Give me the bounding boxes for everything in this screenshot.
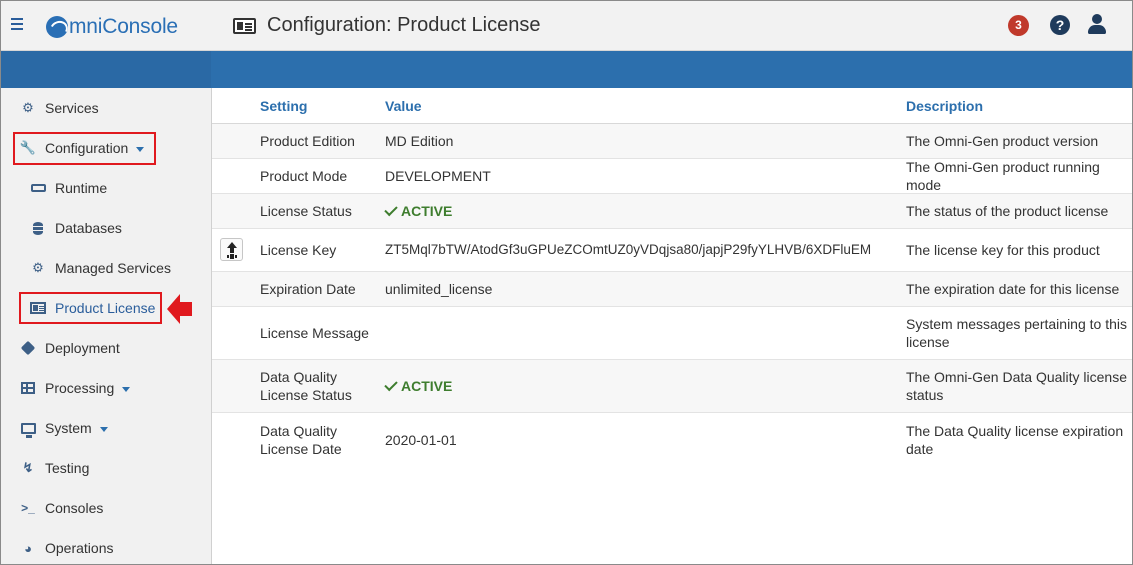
check-icon [384, 377, 398, 391]
sidebar-item-label: Operations [45, 540, 114, 556]
caret-down-icon [99, 426, 108, 432]
table-row: Data Quality License Date 2020-01-01 The… [212, 413, 1132, 466]
terminal-icon: >_ [21, 501, 35, 515]
sidebar-item-label: Databases [55, 220, 122, 236]
question-circle-icon[interactable]: ? [1050, 15, 1070, 35]
caret-down-icon [122, 386, 131, 392]
app-window: mniConsole Configuration: Product Licens… [0, 0, 1133, 565]
highlight-box-configuration [13, 132, 156, 165]
sidebar-item-services[interactable]: ⚙ Services [1, 88, 211, 128]
description-cell: The status of the product license [906, 203, 1109, 219]
bolt-icon: ↯ [22, 460, 34, 475]
description-cell: The license key for this product [906, 242, 1100, 258]
table-row: License Message System messages pertaini… [212, 307, 1132, 360]
value-cell: 2020-01-01 [385, 431, 457, 448]
sidebar-item-deployment[interactable]: Deployment [1, 328, 211, 368]
highlight-box-product-license [19, 292, 162, 324]
sidebar-item-label: Managed Services [55, 260, 171, 276]
value-cell: unlimited_license [385, 281, 493, 297]
header-setting[interactable]: Setting [260, 88, 382, 123]
check-icon [384, 202, 398, 216]
sidebar-item-runtime[interactable]: Runtime [1, 168, 211, 208]
sidebar-item-managed-services[interactable]: ⚙ Managed Services [1, 248, 211, 288]
setting-cell: Data Quality License Status [260, 369, 352, 403]
sidebar-item-label: Deployment [45, 340, 120, 356]
value-cell: ACTIVE [384, 360, 895, 412]
table-row: Expiration Date unlimited_license The ex… [212, 272, 1132, 307]
table-icon [19, 380, 37, 396]
setting-cell: License Key [260, 242, 337, 258]
database-icon [29, 220, 47, 236]
sidebar: ⚙ Services 🔧 Configuration Runtime Datab… [1, 88, 212, 564]
setting-cell: Product Edition [260, 133, 355, 149]
description-cell: The Omni-Gen product running mode [906, 159, 1100, 193]
status-active: ACTIVE [401, 378, 453, 394]
sidebar-item-label: Services [45, 100, 99, 116]
top-bar: mniConsole Configuration: Product Licens… [1, 1, 1132, 51]
header-value[interactable]: Value [385, 88, 895, 123]
notification-badge[interactable]: 3 [1008, 15, 1029, 36]
sidebar-item-operations[interactable]: ◕ Operations [1, 528, 211, 564]
app-logo[interactable]: mniConsole [46, 15, 178, 39]
header-description[interactable]: Description [906, 88, 1132, 123]
header-band-left [1, 51, 211, 88]
license-key-value[interactable]: ZT5Mql7bTW/AtodGf3uGPUeZCOmtUZ0yVDqjsa80… [385, 229, 895, 271]
sidebar-item-label: Consoles [45, 500, 104, 516]
setting-cell: Data Quality License Date [260, 422, 342, 457]
value-cell: DEVELOPMENT [385, 168, 491, 184]
sidebar-item-label: Processing [45, 380, 115, 396]
user-icon[interactable] [1087, 14, 1107, 36]
description-cell: The expiration date for this license [906, 281, 1120, 297]
value-cell [385, 307, 895, 359]
status-active: ACTIVE [401, 203, 453, 219]
dashboard-icon: ◕ [24, 540, 32, 556]
sidebar-item-consoles[interactable]: >_ Consoles [1, 488, 211, 528]
cog-icon: ⚙ [32, 260, 44, 275]
sidebar-item-system[interactable]: System [1, 408, 211, 448]
description-cell: The Omni-Gen Data Quality license status [906, 369, 1127, 403]
desktop-icon [19, 420, 37, 438]
page-title: Configuration: Product License [267, 14, 541, 36]
setting-cell: Product Mode [260, 168, 348, 184]
setting-cell: Expiration Date [260, 281, 356, 297]
table-row: Product Edition MD Edition The Omni-Gen … [212, 124, 1132, 159]
upload-license-button[interactable] [220, 238, 243, 261]
id-card-icon [233, 17, 256, 34]
value-cell: MD Edition [385, 133, 454, 149]
logo-text: mniConsole [69, 15, 178, 38]
table-row: License Status ACTIVE The status of the … [212, 194, 1132, 229]
value-cell: ACTIVE [384, 194, 895, 228]
sidebar-item-processing[interactable]: Processing [1, 368, 211, 408]
table-row: Data Quality License Status ACTIVE The O… [212, 360, 1132, 413]
cogs-icon: ⚙ [22, 100, 34, 115]
hdd-icon [29, 180, 47, 196]
sidebar-item-testing[interactable]: ↯ Testing [1, 448, 211, 488]
setting-cell: License Message [260, 325, 369, 341]
page-header: Configuration: Product License [233, 14, 541, 37]
table-header: Setting Value Description [212, 88, 1132, 124]
description-cell: The Data Quality license expiration date [906, 422, 1124, 457]
sidebar-item-databases[interactable]: Databases [1, 208, 211, 248]
cube-icon [19, 340, 37, 356]
description-cell: System messages pertaining to this licen… [906, 316, 1127, 350]
hamburger-icon[interactable] [11, 14, 25, 34]
sidebar-item-label: Testing [45, 460, 90, 476]
setting-cell: License Status [260, 203, 352, 219]
license-table: Setting Value Description Product Editio… [212, 88, 1132, 564]
sidebar-item-label: System [45, 420, 92, 436]
table-row: License Key ZT5Mql7bTW/AtodGf3uGPUeZCOmt… [212, 229, 1132, 272]
arrow-left-icon [167, 294, 193, 324]
description-cell: The Omni-Gen product version [906, 133, 1099, 149]
table-row: Product Mode DEVELOPMENT The Omni-Gen pr… [212, 159, 1132, 194]
omni-logo-icon [46, 16, 68, 38]
sidebar-item-label: Runtime [55, 180, 108, 196]
